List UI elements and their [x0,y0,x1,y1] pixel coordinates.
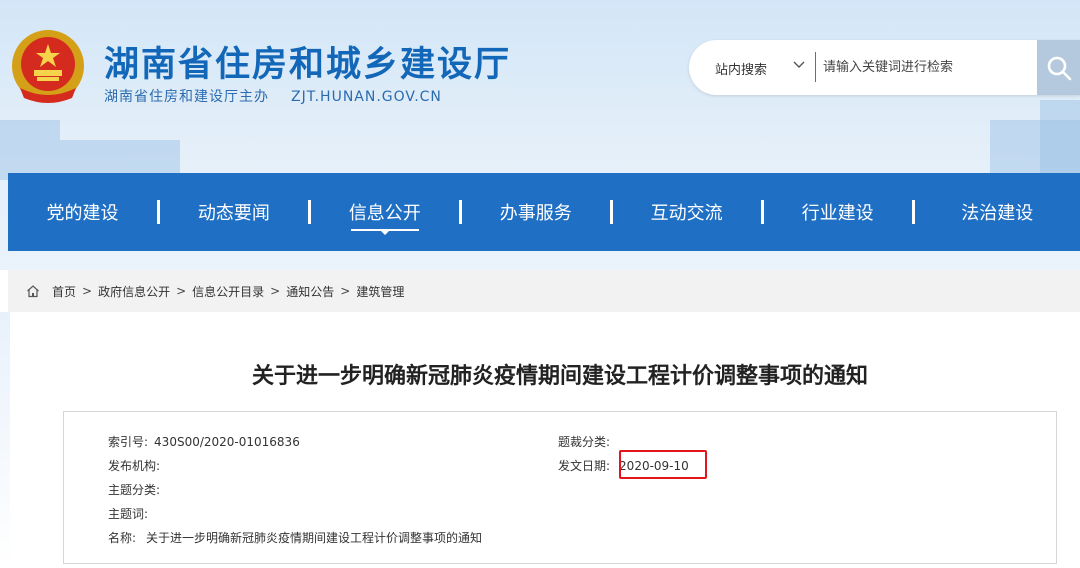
main-nav: 党的建设 动态要闻 信息公开 办事服务 互动交流 行业建设 法治建设 [8,173,1080,251]
meta-index-no: 索引号: 430S00/2020-01016836 [108,433,300,450]
nav-item-label: 办事服务 [499,203,572,224]
nav-item-label: 信息公开 [348,203,421,224]
breadcrumb-notices[interactable]: 通知公告 [286,283,334,300]
nav-item-label: 动态要闻 [197,203,270,224]
nav-item-rule-of-law[interactable]: 法治建设 [915,173,1080,251]
meta-label: 发文日期: [558,459,611,473]
nav-item-news[interactable]: 动态要闻 [160,173,308,251]
meta-label: 题裁分类: [558,435,611,449]
home-icon[interactable] [26,284,40,298]
search-button[interactable] [1037,40,1080,95]
site-subtitle: 湖南省住房和建设厅主办 ZJT.HUNAN.GOV.CN [104,86,442,106]
meta-topic: 主题分类: [108,481,160,498]
meta-keywords: 主题词: [108,505,148,522]
nav-item-label: 行业建设 [801,203,874,224]
meta-genre: 题裁分类: [558,433,610,450]
meta-label: 索引号: [108,435,149,449]
search-scope-select[interactable]: 站内搜索 [715,59,767,78]
breadcrumb: 首页 > 政府信息公开 > 信息公开目录 > 通知公告 > 建筑管理 [8,270,1080,312]
article-title: 关于进一步明确新冠肺炎疫情期间建设工程计价调整事项的通知 [251,364,868,389]
meta-name: 名称: 关于进一步明确新冠肺炎疫情期间建设工程计价调整事项的通知 [108,529,482,546]
breadcrumb-separator: > [82,284,93,298]
meta-value: 430S00/2020-01016836 [154,435,300,449]
search-input[interactable] [823,54,1033,80]
meta-label: 主题词: [108,507,149,521]
site-domain: ZJT.HUNAN.GOV.CN [291,89,442,105]
nav-item-label-wrap: 信息公开 [349,199,421,225]
meta-label: 发布机构: [108,459,161,473]
search-divider [815,52,816,82]
nav-item-services[interactable]: 办事服务 [462,173,610,251]
meta-label: 名称: [108,531,137,545]
background-building [0,120,60,180]
nav-item-interaction[interactable]: 互动交流 [613,173,761,251]
date-highlight-box [619,450,707,479]
breadcrumb-home[interactable]: 首页 [52,283,76,300]
breadcrumb-separator: > [176,284,187,298]
nav-active-caret [380,231,389,235]
site-title[interactable]: 湖南省住房和城乡建设厅 [104,36,511,87]
national-emblem-icon [12,30,84,103]
nav-item-label: 互动交流 [650,203,723,224]
search-bar: 站内搜索 [689,40,1080,95]
meta-label: 主题分类: [108,483,161,497]
search-icon [1047,56,1071,80]
breadcrumb-separator: > [340,284,351,298]
chevron-down-icon[interactable] [792,57,806,71]
breadcrumb-construction[interactable]: 建筑管理 [356,283,404,300]
meta-publisher: 发布机构: [108,457,160,474]
document-meta-box: 索引号: 430S00/2020-01016836 题裁分类: 发布机构: 发文日… [63,411,1057,564]
nav-item-info-disclosure[interactable]: 信息公开 [311,173,459,251]
nav-item-party-building[interactable]: 党的建设 [8,173,157,251]
breadcrumb-gov-info[interactable]: 政府信息公开 [98,283,170,300]
nav-item-industry[interactable]: 行业建设 [764,173,912,251]
breadcrumb-separator: > [270,284,281,298]
nav-item-label: 法治建设 [961,203,1034,224]
left-decoration [0,312,10,568]
nav-item-label: 党的建设 [46,203,119,224]
site-sponsor: 湖南省住房和建设厅主办 [104,89,269,105]
breadcrumb-info-catalog[interactable]: 信息公开目录 [192,283,264,300]
background-building [1040,100,1080,180]
meta-value: 关于进一步明确新冠肺炎疫情期间建设工程计价调整事项的通知 [146,531,483,545]
